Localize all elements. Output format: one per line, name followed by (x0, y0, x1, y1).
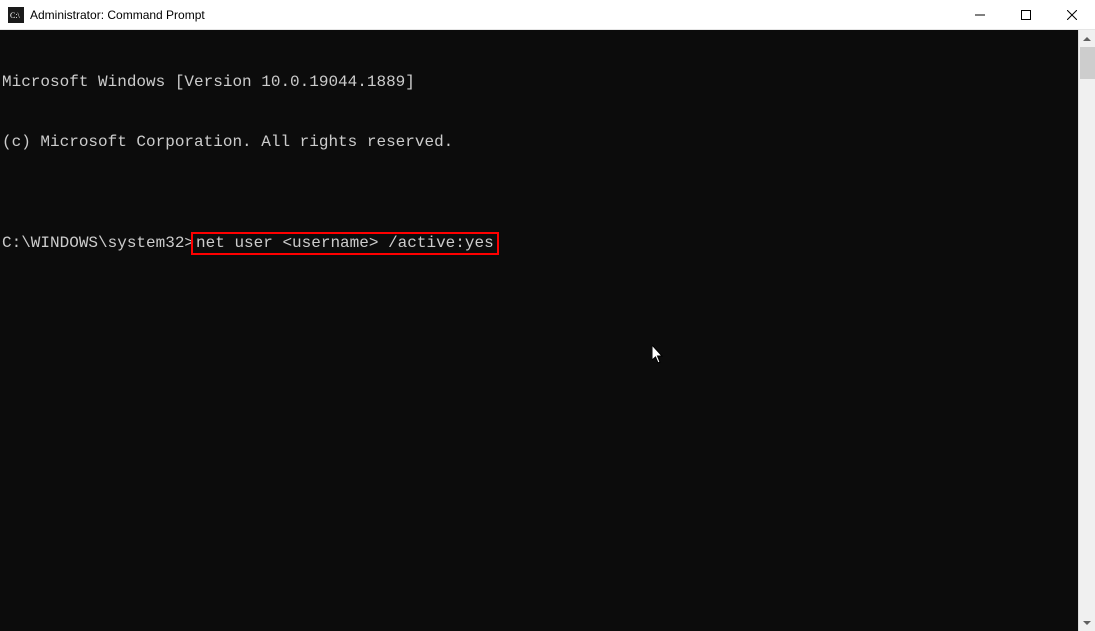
console-line-copyright: (c) Microsoft Corporation. All rights re… (2, 132, 1078, 152)
svg-text:C:\: C:\ (10, 11, 21, 20)
highlighted-command: net user <username> /active:yes (191, 232, 499, 255)
console-command: net user <username> /active:yes (196, 234, 494, 252)
scroll-down-button[interactable] (1079, 614, 1095, 631)
scroll-up-button[interactable] (1079, 30, 1095, 47)
chevron-down-icon (1083, 621, 1091, 625)
window-title: Administrator: Command Prompt (30, 8, 957, 22)
maximize-button[interactable] (1003, 0, 1049, 29)
titlebar[interactable]: C:\ Administrator: Command Prompt (0, 0, 1095, 30)
console-output[interactable]: Microsoft Windows [Version 10.0.19044.18… (0, 30, 1078, 631)
scroll-thumb[interactable] (1080, 47, 1095, 79)
console-prompt: C:\WINDOWS\system32> (2, 234, 194, 252)
cmd-icon: C:\ (8, 7, 24, 23)
command-prompt-window: C:\ Administrator: Command Prompt (0, 0, 1095, 631)
console-line-version: Microsoft Windows [Version 10.0.19044.18… (2, 72, 1078, 92)
content-area: Microsoft Windows [Version 10.0.19044.18… (0, 30, 1095, 631)
close-icon (1067, 10, 1077, 20)
minimize-button[interactable] (957, 0, 1003, 29)
close-button[interactable] (1049, 0, 1095, 29)
console-prompt-line: C:\WINDOWS\system32>net user <username> … (2, 232, 1078, 255)
vertical-scrollbar[interactable] (1078, 30, 1095, 631)
maximize-icon (1021, 10, 1031, 20)
chevron-up-icon (1083, 37, 1091, 41)
mouse-cursor-icon (575, 325, 666, 391)
window-controls (957, 0, 1095, 29)
scroll-track[interactable] (1079, 47, 1095, 614)
minimize-icon (975, 10, 985, 20)
